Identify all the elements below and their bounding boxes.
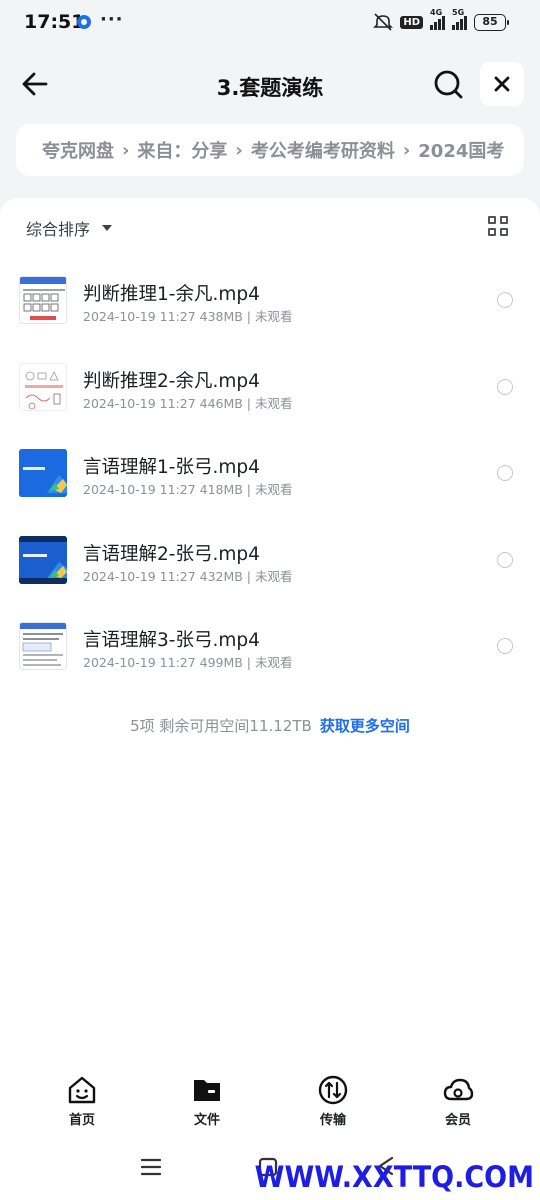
get-more-space-link[interactable]: 获取更多空间 — [320, 717, 410, 735]
nav-label-vip: 会员 — [444, 1113, 471, 1128]
chevron-right-icon: › — [122, 139, 130, 161]
file-meta: 2024-10-19 11:27 446MB | 未观看 — [83, 395, 293, 411]
file-name: 言语理解2-张弓.mp4 — [83, 543, 260, 565]
status-time: 17:51 — [24, 11, 85, 33]
header: 3.套题演练 — [0, 60, 540, 110]
file-meta: 2024-10-19 11:27 499MB | 未观看 — [83, 655, 293, 670]
more-notifications-icon: ··· — [100, 9, 124, 30]
status-bar: 17:51 ··· HD 4G 5G 85 — [0, 0, 540, 46]
folder-icon — [191, 1074, 223, 1106]
nav-item-home[interactable]: 首页 — [42, 1074, 122, 1128]
sort-dropdown[interactable]: 综合排序 — [26, 216, 113, 240]
breadcrumb-item-subfolder[interactable]: 2024国考 — [418, 137, 504, 163]
bottom-nav: 首页 文件 传输 会员 — [0, 1074, 540, 1134]
video-thumbnail — [19, 362, 67, 411]
nav-item-transfer[interactable]: 传输 — [293, 1074, 373, 1128]
chevron-right-icon: › — [235, 139, 243, 161]
breadcrumb-item-root[interactable]: 夸克网盘 — [42, 137, 114, 163]
storage-info-text: 5项 剩余可用空间11.12TB — [130, 717, 312, 735]
select-radio[interactable] — [497, 292, 513, 308]
breadcrumb: 夸克网盘 › 来自：分享 › 考公考编考研资料 › 2024国考 — [16, 124, 524, 176]
video-thumbnail — [19, 622, 67, 670]
recent-apps-icon[interactable] — [141, 1158, 161, 1176]
video-thumbnail — [19, 449, 67, 497]
signal-icon: 4G — [430, 8, 445, 30]
file-name: 判断推理1-余凡.mp4 — [83, 284, 260, 305]
search-icon — [434, 70, 463, 99]
file-name: 言语理解1-张弓.mp4 — [83, 457, 260, 478]
storage-info: 5项 剩余可用空间11.12TB 获取更多空间 — [0, 715, 540, 736]
grid-view-icon — [488, 216, 496, 224]
nav-item-vip[interactable]: 会员 — [418, 1074, 498, 1128]
file-sheet: 综合排序 判断推理1-余凡.mp4 2024-10-19 11:27 438MB… — [0, 198, 540, 1200]
video-thumbnail — [19, 276, 67, 324]
hd-icon: HD — [400, 15, 423, 29]
select-radio[interactable] — [497, 638, 513, 654]
cloud-icon — [442, 1074, 474, 1106]
transfer-icon — [317, 1074, 349, 1106]
nav-label-transfer: 传输 — [319, 1113, 346, 1128]
chevron-right-icon: › — [402, 139, 411, 161]
grid-view-button[interactable] — [488, 216, 510, 238]
status-icons: HD 4G 5G 85 — [373, 8, 509, 31]
search-button[interactable] — [432, 68, 466, 102]
select-radio[interactable] — [497, 378, 513, 395]
caret-down-icon — [102, 225, 113, 231]
file-name: 言语理解3-张弓.mp4 — [83, 630, 260, 651]
nav-item-files[interactable]: 文件 — [167, 1074, 247, 1128]
close-icon — [494, 76, 510, 92]
nav-label-home: 首页 — [68, 1113, 95, 1128]
list-item[interactable]: 言语理解3-张弓.mp4 2024-10-19 11:27 499MB | 未观… — [0, 604, 540, 691]
app-notification-icon — [77, 15, 91, 29]
list-item[interactable]: 判断推理2-余凡.mp4 2024-10-19 11:27 446MB | 未观… — [0, 345, 540, 432]
list-item[interactable]: 言语理解2-张弓.mp4 2024-10-19 11:27 432MB | 未观… — [0, 518, 540, 605]
file-meta: 2024-10-19 11:27 438MB | 未观看 — [83, 309, 293, 324]
nav-label-files: 文件 — [193, 1113, 220, 1128]
breadcrumb-item-folder[interactable]: 考公考编考研资料 — [251, 137, 395, 163]
breadcrumb-item-share[interactable]: 来自：分享 — [137, 137, 227, 163]
file-meta: 2024-10-19 11:27 432MB | 未观看 — [83, 568, 293, 584]
list-item[interactable]: 判断推理1-余凡.mp4 2024-10-19 11:27 438MB | 未观… — [0, 258, 540, 345]
file-meta: 2024-10-19 11:27 418MB | 未观看 — [83, 482, 293, 497]
battery-icon: 85 — [474, 13, 509, 31]
watermark: WWW.XXTTQ.COM — [254, 1160, 534, 1195]
select-radio[interactable] — [497, 465, 513, 481]
file-list: 判断推理1-余凡.mp4 2024-10-19 11:27 438MB | 未观… — [0, 258, 540, 691]
close-button[interactable] — [480, 62, 524, 106]
select-radio[interactable] — [497, 551, 513, 568]
list-item[interactable]: 言语理解1-张弓.mp4 2024-10-19 11:27 418MB | 未观… — [0, 431, 540, 518]
home-face-icon — [66, 1074, 98, 1106]
sort-label: 综合排序 — [26, 220, 91, 239]
file-name: 判断推理2-余凡.mp4 — [83, 370, 260, 392]
mute-icon — [373, 13, 394, 31]
signal-icon-2: 5G — [452, 8, 467, 30]
video-thumbnail — [19, 535, 67, 584]
